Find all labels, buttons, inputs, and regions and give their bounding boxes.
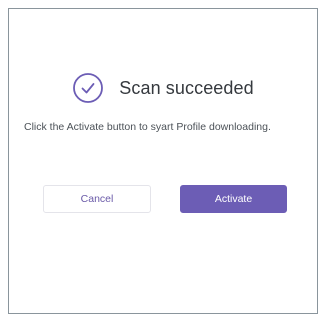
dialog-title: Scan succeeded	[119, 77, 254, 98]
dialog-header: Scan succeeded	[9, 71, 317, 105]
dialog-message: Click the Activate button to syart Profi…	[24, 121, 271, 133]
activate-button[interactable]: Activate	[180, 185, 287, 213]
cancel-button[interactable]: Cancel	[43, 185, 151, 213]
check-circle-icon	[72, 72, 104, 104]
scan-result-dialog: Scan succeeded Click the Activate button…	[8, 8, 318, 314]
